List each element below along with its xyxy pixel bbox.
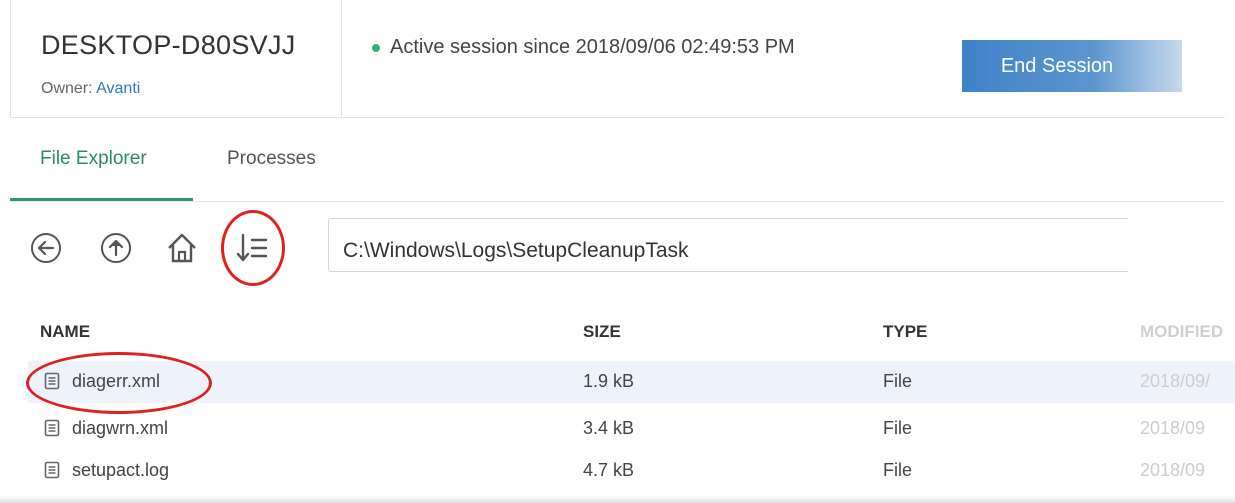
end-session-button[interactable]: End Session [962, 40, 1182, 92]
tab-divider [10, 201, 1225, 202]
file-modified: 2018/09/ [1140, 371, 1211, 391]
table-row[interactable]: setupact.log 4.7 kB File 2018/09 [28, 450, 1235, 492]
file-size: 4.7 kB [583, 460, 635, 480]
file-icon [44, 461, 60, 484]
path-input[interactable] [328, 218, 1128, 272]
file-type: File [883, 371, 913, 391]
file-icon [44, 372, 60, 395]
bottom-fade [0, 495, 1235, 503]
owner-line: Owner: Avanti [41, 80, 140, 98]
file-modified: 2018/09 [1140, 460, 1206, 480]
file-icon [44, 419, 60, 442]
owner-link[interactable]: Avanti [96, 80, 140, 97]
file-name[interactable]: setupact.log [72, 460, 169, 481]
file-type: File [883, 460, 913, 480]
column-header-modified[interactable]: MODIFIED [1140, 322, 1223, 342]
device-info-panel: DESKTOP-D80SVJJ Owner: Avanti [10, 0, 342, 118]
column-header-name[interactable]: NAME [40, 322, 90, 342]
file-type: File [883, 418, 913, 438]
file-name[interactable]: diagerr.xml [72, 371, 160, 392]
column-header-size[interactable]: SIZE [583, 322, 621, 342]
file-size: 3.4 kB [583, 418, 635, 438]
file-name[interactable]: diagwrn.xml [72, 418, 168, 439]
table-row[interactable]: diagwrn.xml 3.4 kB File 2018/09 [28, 408, 1235, 450]
sort-icon[interactable] [232, 228, 272, 268]
back-icon[interactable] [28, 230, 64, 266]
up-directory-icon[interactable] [98, 230, 134, 266]
table-row[interactable]: diagerr.xml 1.9 kB File 2018/09/ [28, 361, 1235, 403]
session-status-text: Active session since 2018/09/06 02:49:53… [390, 36, 795, 58]
tab-bar: File Explorer Processes [10, 118, 1225, 202]
owner-label: Owner: [41, 80, 93, 97]
file-modified: 2018/09 [1140, 418, 1206, 438]
device-name: DESKTOP-D80SVJJ [41, 30, 296, 60]
home-icon[interactable] [162, 228, 202, 268]
column-header-type[interactable]: TYPE [883, 322, 927, 342]
session-status: Active session since 2018/09/06 02:49:53… [372, 36, 795, 59]
status-dot-icon [372, 43, 380, 52]
file-size: 1.9 kB [583, 371, 635, 391]
remote-session-window: DESKTOP-D80SVJJ Owner: Avanti Active ses… [0, 0, 1235, 503]
tab-file-explorer[interactable]: File Explorer [40, 148, 147, 170]
tab-processes[interactable]: Processes [227, 148, 316, 170]
